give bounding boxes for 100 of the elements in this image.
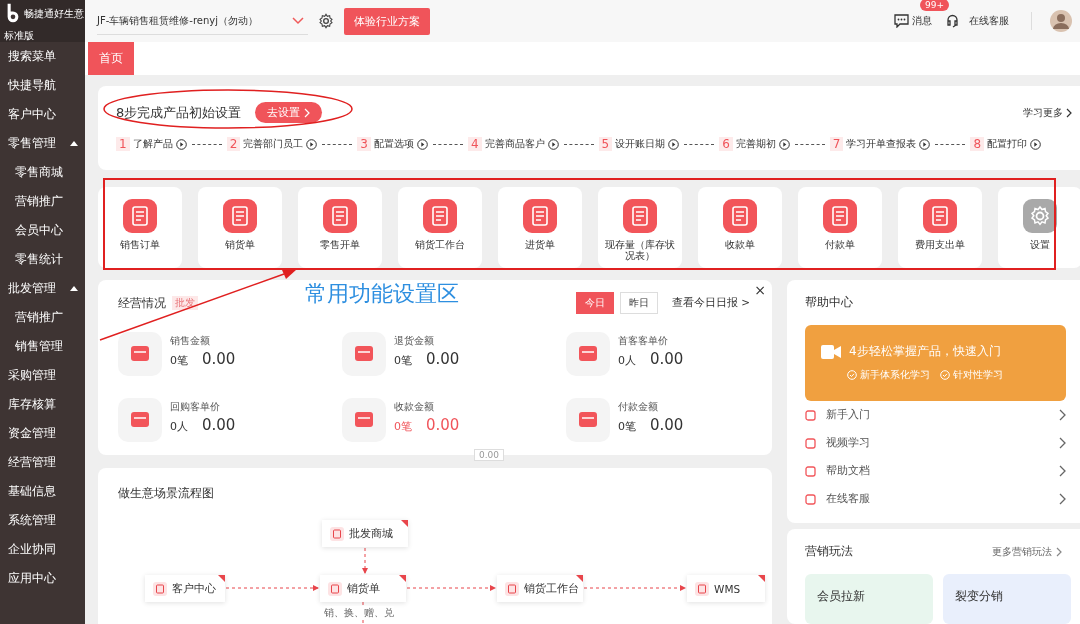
close-icon[interactable]: × (754, 282, 766, 298)
quick-function-tile[interactable]: 进货单 (498, 187, 582, 268)
check-icon (940, 370, 950, 380)
flow-node-label: WMS (714, 582, 741, 595)
wallet-icon (342, 332, 386, 376)
sidebar-item[interactable]: 零售管理 (0, 129, 85, 158)
metric-amount: 0.00 (426, 350, 460, 368)
play-icon[interactable] (306, 138, 318, 150)
wallet-icon (566, 332, 610, 376)
learn-more-link[interactable]: 学习更多 (1023, 105, 1063, 120)
value-tooltip: 0.00 (474, 449, 505, 461)
daily-report-link[interactable]: 查看今日日报 > (671, 296, 750, 310)
sidebar-item[interactable]: 库存核算 (0, 390, 85, 419)
step-label[interactable]: 设开账日期 (615, 137, 666, 151)
flow-node-label: 批发商城 (349, 526, 393, 541)
settings-icon[interactable] (318, 13, 334, 29)
sidebar-item[interactable]: 采购管理 (0, 361, 85, 390)
dashed-arrow (360, 601, 366, 624)
help-link[interactable]: 在线客服 (805, 485, 1066, 513)
step-label[interactable]: 完善商品客户 (484, 137, 545, 151)
step-label[interactable]: 完善期初 (735, 137, 776, 151)
flow-node[interactable]: 销货工作台 (497, 575, 583, 602)
quick-function-label: 收款单 (724, 240, 756, 251)
step-number: 3 (357, 137, 371, 151)
document-icon (328, 581, 342, 596)
help-link[interactable]: 帮助文档 (805, 457, 1066, 485)
sidebar-item[interactable]: 资金管理 (0, 419, 85, 448)
sidebar-subitem[interactable]: 营销推广 (0, 187, 85, 216)
sidebar-item[interactable]: 应用中心 (0, 564, 85, 593)
metric-label: 销售金额 (170, 334, 211, 348)
quick-function-tile[interactable]: 现存量（库存状况表） (598, 187, 682, 268)
metric-count: 0笔 (394, 419, 412, 434)
marketing-tile[interactable]: 裂变分销 (943, 574, 1071, 624)
sidebar-item[interactable]: 客户中心 (0, 100, 85, 129)
help-link[interactable]: 新手入门 (805, 401, 1066, 429)
messages-link[interactable]: 消息 (912, 14, 932, 28)
quick-function-tile[interactable]: 设置 (998, 187, 1080, 268)
sidebar-item[interactable]: 搜索菜单 (0, 42, 85, 71)
sidebar-subitem[interactable]: 零售统计 (0, 245, 85, 274)
chevron-down-icon (292, 16, 304, 25)
quick-function-tile[interactable]: 零售开单 (298, 187, 382, 268)
document-icon (423, 199, 457, 233)
flow-node[interactable]: 批发商城 (322, 520, 408, 547)
document-icon (153, 581, 167, 596)
sidebar-item[interactable]: 企业协同 (0, 535, 85, 564)
corner-flag-icon (401, 520, 408, 527)
step-label[interactable]: 完善部门员工 (243, 137, 304, 151)
wallet-icon (118, 332, 162, 376)
document-icon (505, 581, 519, 596)
sidebar-subitem[interactable]: 营销推广 (0, 303, 85, 332)
flow-node[interactable]: WMS (687, 575, 765, 602)
metric-amount: 0.00 (202, 416, 236, 434)
sidebar-item[interactable]: 批发管理 (0, 274, 85, 303)
edition-label: 标准版 (4, 29, 34, 43)
step-label[interactable]: 配置打印 (987, 137, 1028, 151)
quick-function-tile[interactable]: 销售订单 (98, 187, 182, 268)
play-icon[interactable] (778, 138, 790, 150)
step-number: 1 (116, 137, 130, 151)
more-marketing-link[interactable]: 更多营销玩法 (992, 544, 1052, 559)
quick-function-tile[interactable]: 收款单 (698, 187, 782, 268)
sidebar-item[interactable]: 系统管理 (0, 506, 85, 535)
corner-flag-icon (758, 575, 765, 582)
document-icon (330, 526, 344, 541)
sidebar-item[interactable]: 快捷导航 (0, 71, 85, 100)
flow-node[interactable]: 销货单 (320, 575, 406, 602)
marketing-tile[interactable]: 会员拉新 (805, 574, 933, 624)
metric-label: 收款金额 (394, 400, 435, 414)
account-select[interactable]: JF-车辆销售租赁维修-renyj（勿动） (97, 7, 308, 35)
business-title: 经营情况 (118, 294, 166, 312)
play-icon[interactable] (1030, 138, 1042, 150)
avatar-icon[interactable] (1050, 10, 1072, 32)
sidebar-subitem[interactable]: 销售管理 (0, 332, 85, 361)
service-link[interactable]: 在线客服 (969, 14, 1009, 28)
play-icon[interactable] (175, 138, 187, 150)
step-label[interactable]: 学习开单查报表 (846, 137, 917, 151)
help-link[interactable]: 视频学习 (805, 429, 1066, 457)
count-badge: 99+ (920, 0, 949, 11)
help-title: 帮助中心 (805, 294, 854, 311)
metric-label: 退货金额 (394, 334, 435, 348)
play-icon[interactable] (416, 138, 428, 150)
flow-node[interactable]: 客户中心 (145, 575, 225, 602)
quick-function-tile[interactable]: 销货单 (198, 187, 282, 268)
step-label[interactable]: 配置选项 (373, 137, 414, 151)
metric-count: 0人 (170, 419, 188, 434)
quick-function-tile[interactable]: 付款单 (798, 187, 882, 268)
quick-function-tile[interactable]: 销货工作台 (398, 187, 482, 268)
quick-function-label: 销货工作台 (414, 240, 466, 251)
sidebar-subitem[interactable]: 会员中心 (0, 216, 85, 245)
play-icon[interactable] (919, 138, 931, 150)
sidebar-subitem[interactable]: 零售商城 (0, 158, 85, 187)
chat-icon[interactable] (894, 14, 909, 28)
period-button[interactable]: 昨日 (619, 292, 658, 314)
play-icon[interactable] (668, 138, 680, 150)
sidebar-item[interactable]: 基础信息 (0, 477, 85, 506)
step-label[interactable]: 了解产品 (132, 137, 173, 151)
play-icon[interactable] (547, 138, 559, 150)
quick-function-label: 付款单 (824, 240, 856, 251)
headset-icon[interactable] (946, 14, 959, 28)
sidebar-item[interactable]: 经营管理 (0, 448, 85, 477)
quick-function-tile[interactable]: 费用支出单 (898, 187, 982, 268)
